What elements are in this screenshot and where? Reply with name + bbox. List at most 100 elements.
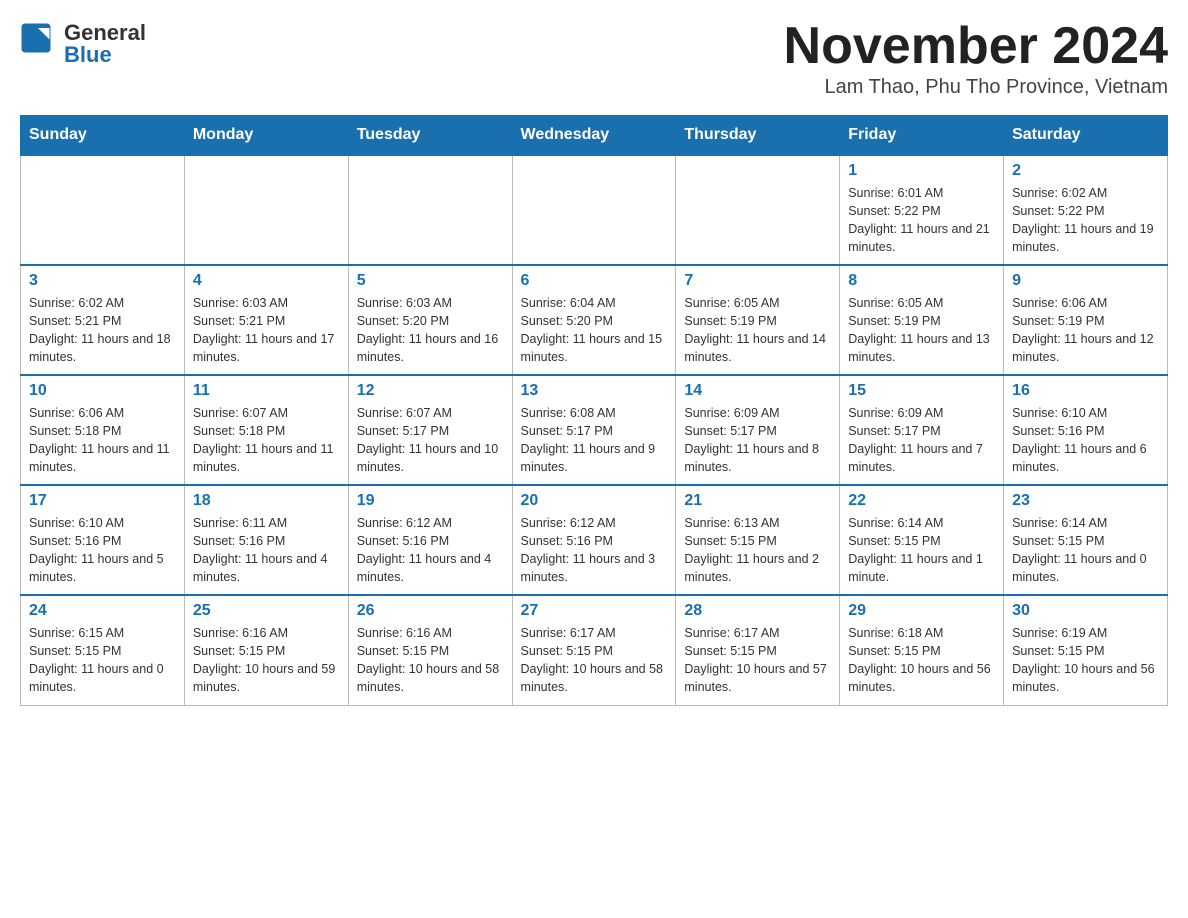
day-info: Sunrise: 6:12 AMSunset: 5:16 PMDaylight:… [521, 514, 668, 587]
day-info: Sunrise: 6:16 AMSunset: 5:15 PMDaylight:… [357, 624, 504, 697]
day-info: Sunrise: 6:01 AMSunset: 5:22 PMDaylight:… [848, 184, 995, 257]
day-info: Sunrise: 6:02 AMSunset: 5:21 PMDaylight:… [29, 294, 176, 367]
day-info: Sunrise: 6:04 AMSunset: 5:20 PMDaylight:… [521, 294, 668, 367]
calendar-cell: 3Sunrise: 6:02 AMSunset: 5:21 PMDaylight… [21, 265, 185, 375]
weekday-header-saturday: Saturday [1004, 116, 1168, 156]
day-number: 14 [684, 382, 831, 400]
day-number: 17 [29, 492, 176, 510]
week-row-2: 3Sunrise: 6:02 AMSunset: 5:21 PMDaylight… [21, 265, 1168, 375]
weekday-header-wednesday: Wednesday [512, 116, 676, 156]
week-row-4: 17 Sunrise: 6:10 AMSunset: 5:16 PMDayligh… [21, 485, 1168, 595]
calendar-cell: 20 Sunrise: 6:12 AMSunset: 5:16 PMDayligh… [512, 485, 676, 595]
calendar-cell: 1 Sunrise: 6:01 AMSunset: 5:22 PMDaylight… [840, 155, 1004, 265]
day-number: 22 [848, 492, 995, 510]
calendar-cell: 26 Sunrise: 6:16 AMSunset: 5:15 PMDayligh… [348, 595, 512, 705]
day-number: 23 [1012, 492, 1159, 510]
day-info: Sunrise: 6:14 AMSunset: 5:15 PMDaylight:… [1012, 514, 1159, 587]
day-info: Sunrise: 6:02 AMSunset: 5:22 PMDaylight:… [1012, 184, 1159, 257]
day-info: Sunrise: 6:03 AMSunset: 5:20 PMDaylight:… [357, 294, 504, 367]
weekday-header-tuesday: Tuesday [348, 116, 512, 156]
day-info: Sunrise: 6:05 AMSunset: 5:19 PMDaylight:… [684, 294, 831, 367]
calendar-cell [676, 155, 840, 265]
day-info: Sunrise: 6:10 AMSunset: 5:16 PMDaylight:… [1012, 404, 1159, 477]
calendar-cell: 12 Sunrise: 6:07 AMSunset: 5:17 PMDayligh… [348, 375, 512, 485]
calendar-cell: 28 Sunrise: 6:17 AMSunset: 5:15 PMDayligh… [676, 595, 840, 705]
day-number: 26 [357, 602, 504, 620]
logo-icon [20, 22, 64, 66]
day-number: 12 [357, 382, 504, 400]
day-number: 6 [521, 272, 668, 290]
day-number: 21 [684, 492, 831, 510]
day-info: Sunrise: 6:07 AMSunset: 5:17 PMDaylight:… [357, 404, 504, 477]
weekday-header-friday: Friday [840, 116, 1004, 156]
day-info: Sunrise: 6:06 AMSunset: 5:19 PMDaylight:… [1012, 294, 1159, 367]
week-row-5: 24 Sunrise: 6:15 AMSunset: 5:15 PMDayligh… [21, 595, 1168, 705]
day-number: 7 [684, 272, 831, 290]
weekday-header-thursday: Thursday [676, 116, 840, 156]
day-number: 9 [1012, 272, 1159, 290]
calendar-cell: 30 Sunrise: 6:19 AMSunset: 5:15 PMDayligh… [1004, 595, 1168, 705]
day-number: 11 [193, 382, 340, 400]
day-number: 16 [1012, 382, 1159, 400]
title-block: November 2024 Lam Thao, Phu Tho Province… [784, 20, 1168, 99]
day-info: Sunrise: 6:13 AMSunset: 5:15 PMDaylight:… [684, 514, 831, 587]
day-number: 29 [848, 602, 995, 620]
logo-blue-text: Blue [64, 42, 146, 68]
calendar-cell: 10Sunrise: 6:06 AMSunset: 5:18 PMDayligh… [21, 375, 185, 485]
calendar-cell: 7 Sunrise: 6:05 AMSunset: 5:19 PMDaylight… [676, 265, 840, 375]
day-info: Sunrise: 6:18 AMSunset: 5:15 PMDaylight:… [848, 624, 995, 697]
location-subtitle: Lam Thao, Phu Tho Province, Vietnam [784, 76, 1168, 99]
calendar-cell: 18 Sunrise: 6:11 AMSunset: 5:16 PMDayligh… [184, 485, 348, 595]
day-number: 15 [848, 382, 995, 400]
weekday-header-sunday: Sunday [21, 116, 185, 156]
day-number: 18 [193, 492, 340, 510]
calendar-cell [348, 155, 512, 265]
day-number: 1 [848, 162, 995, 180]
day-number: 5 [357, 272, 504, 290]
day-info: Sunrise: 6:09 AMSunset: 5:17 PMDaylight:… [684, 404, 831, 477]
calendar-cell: 6 Sunrise: 6:04 AMSunset: 5:20 PMDaylight… [512, 265, 676, 375]
calendar-cell: 11Sunrise: 6:07 AMSunset: 5:18 PMDayligh… [184, 375, 348, 485]
calendar-cell: 2Sunrise: 6:02 AMSunset: 5:22 PMDaylight… [1004, 155, 1168, 265]
day-number: 28 [684, 602, 831, 620]
week-row-3: 10Sunrise: 6:06 AMSunset: 5:18 PMDayligh… [21, 375, 1168, 485]
day-number: 30 [1012, 602, 1159, 620]
day-info: Sunrise: 6:10 AMSunset: 5:16 PMDaylight:… [29, 514, 176, 587]
day-number: 4 [193, 272, 340, 290]
day-info: Sunrise: 6:06 AMSunset: 5:18 PMDaylight:… [29, 404, 176, 477]
day-info: Sunrise: 6:17 AMSunset: 5:15 PMDaylight:… [521, 624, 668, 697]
day-info: Sunrise: 6:14 AMSunset: 5:15 PMDaylight:… [848, 514, 995, 587]
calendar-cell: 14 Sunrise: 6:09 AMSunset: 5:17 PMDayligh… [676, 375, 840, 485]
day-info: Sunrise: 6:17 AMSunset: 5:15 PMDaylight:… [684, 624, 831, 697]
day-info: Sunrise: 6:11 AMSunset: 5:16 PMDaylight:… [193, 514, 340, 587]
day-number: 13 [521, 382, 668, 400]
day-info: Sunrise: 6:08 AMSunset: 5:17 PMDaylight:… [521, 404, 668, 477]
week-row-1: 1 Sunrise: 6:01 AMSunset: 5:22 PMDaylight… [21, 155, 1168, 265]
day-info: Sunrise: 6:05 AMSunset: 5:19 PMDaylight:… [848, 294, 995, 367]
day-number: 20 [521, 492, 668, 510]
day-info: Sunrise: 6:03 AMSunset: 5:21 PMDaylight:… [193, 294, 340, 367]
calendar-cell: 21 Sunrise: 6:13 AMSunset: 5:15 PMDayligh… [676, 485, 840, 595]
day-info: Sunrise: 6:19 AMSunset: 5:15 PMDaylight:… [1012, 624, 1159, 697]
calendar-cell: 19Sunrise: 6:12 AMSunset: 5:16 PMDayligh… [348, 485, 512, 595]
day-info: Sunrise: 6:16 AMSunset: 5:15 PMDaylight:… [193, 624, 340, 697]
day-info: Sunrise: 6:09 AMSunset: 5:17 PMDaylight:… [848, 404, 995, 477]
month-title: November 2024 [784, 20, 1168, 72]
day-info: Sunrise: 6:15 AMSunset: 5:15 PMDaylight:… [29, 624, 176, 697]
calendar-cell [512, 155, 676, 265]
logo: General Blue [20, 20, 146, 68]
calendar-cell: 29 Sunrise: 6:18 AMSunset: 5:15 PMDayligh… [840, 595, 1004, 705]
calendar-table: SundayMondayTuesdayWednesdayThursdayFrid… [20, 115, 1168, 706]
day-number: 24 [29, 602, 176, 620]
calendar-cell: 24 Sunrise: 6:15 AMSunset: 5:15 PMDayligh… [21, 595, 185, 705]
calendar-cell: 4 Sunrise: 6:03 AMSunset: 5:21 PMDaylight… [184, 265, 348, 375]
day-number: 19 [357, 492, 504, 510]
calendar-cell: 17 Sunrise: 6:10 AMSunset: 5:16 PMDayligh… [21, 485, 185, 595]
calendar-header-row: SundayMondayTuesdayWednesdayThursdayFrid… [21, 116, 1168, 156]
calendar-cell: 15 Sunrise: 6:09 AMSunset: 5:17 PMDayligh… [840, 375, 1004, 485]
page-header: General Blue November 2024 Lam Thao, Phu… [20, 20, 1168, 99]
calendar-cell: 27Sunrise: 6:17 AMSunset: 5:15 PMDayligh… [512, 595, 676, 705]
calendar-cell: 8Sunrise: 6:05 AMSunset: 5:19 PMDaylight… [840, 265, 1004, 375]
calendar-cell: 23 Sunrise: 6:14 AMSunset: 5:15 PMDayligh… [1004, 485, 1168, 595]
calendar-cell: 5 Sunrise: 6:03 AMSunset: 5:20 PMDaylight… [348, 265, 512, 375]
